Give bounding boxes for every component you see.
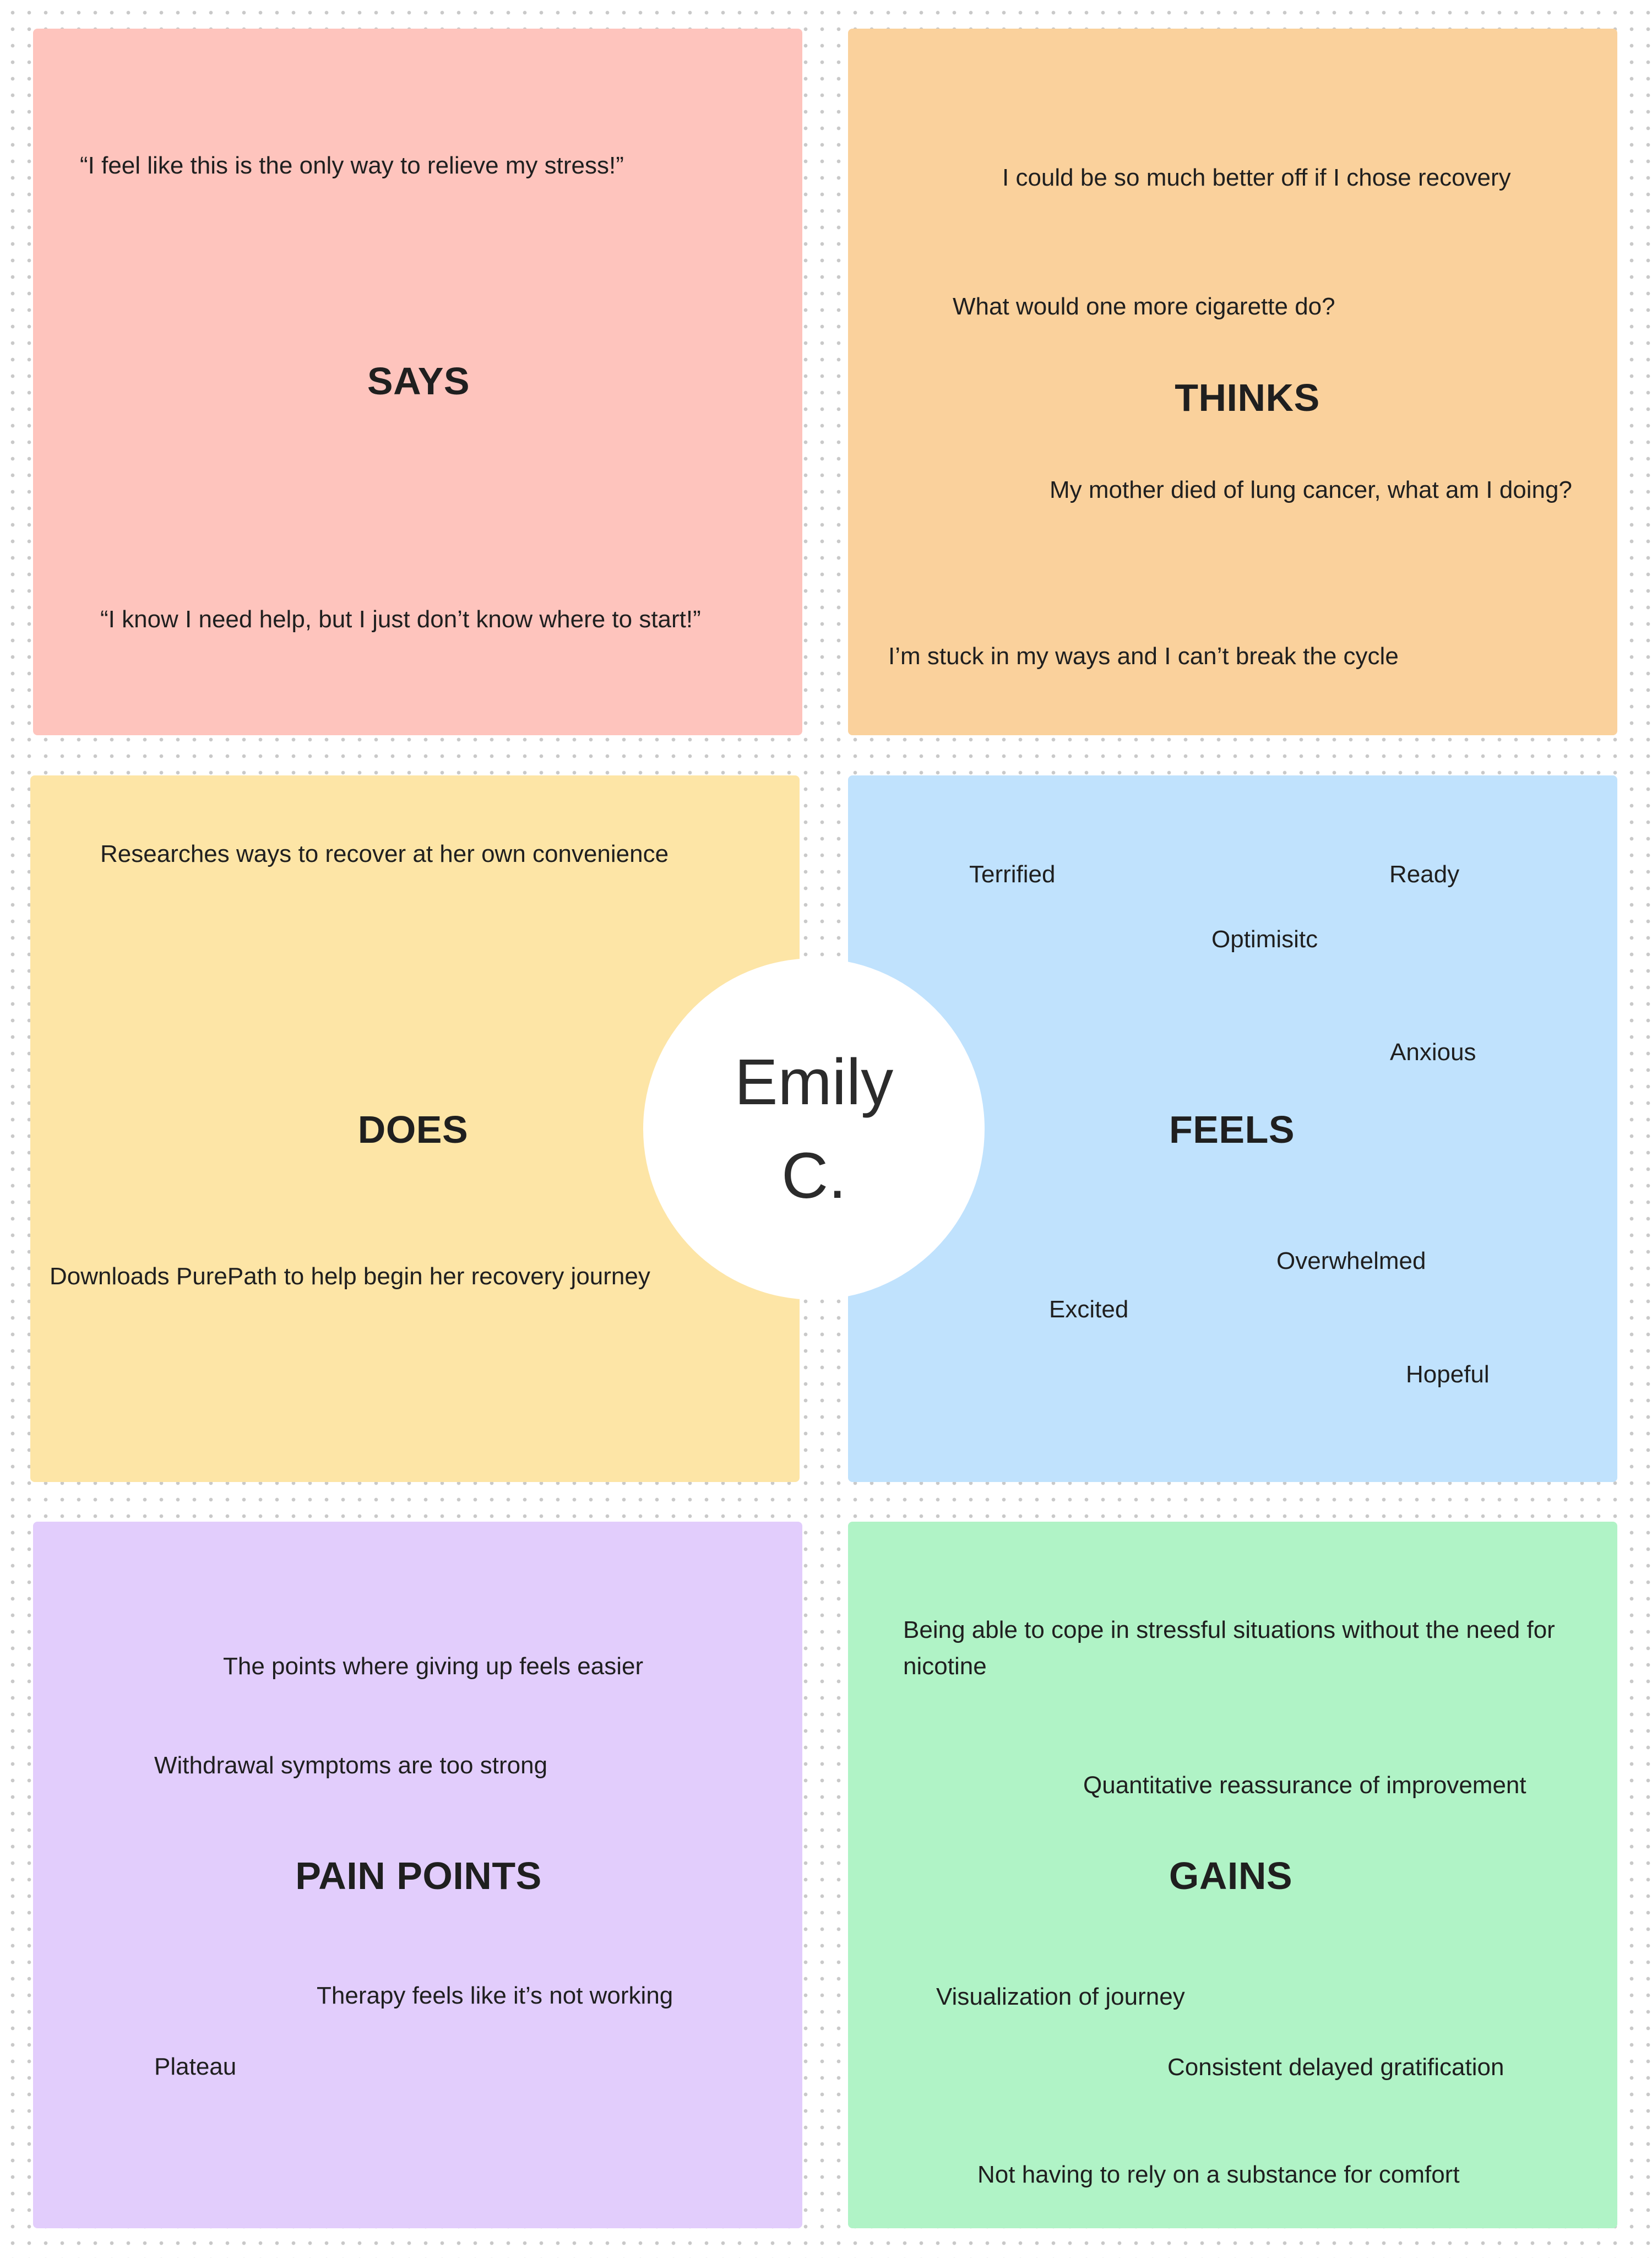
says-note[interactable]: “I know I need help, but I just don’t kn… [100, 601, 701, 638]
feels-note[interactable]: Excited [1049, 1291, 1128, 1328]
feels-note[interactable]: Terrified [969, 856, 1056, 893]
thinks-note[interactable]: I could be so much better off if I chose… [1002, 160, 1511, 196]
thinks-note[interactable]: I’m stuck in my ways and I can’t break t… [888, 638, 1399, 675]
feels-note[interactable]: Hopeful [1406, 1356, 1490, 1393]
feels-note[interactable]: Ready [1389, 856, 1459, 893]
persona-name[interactable]: Emily C. [698, 1035, 930, 1223]
pain-points-title: PAIN POINTS [295, 1854, 542, 1897]
does-title: DOES [357, 1108, 469, 1151]
thinks-note[interactable]: My mother died of lung cancer, what am I… [1050, 472, 1572, 508]
says-quadrant: SAYS “I feel like this is the only way t… [33, 29, 802, 735]
pain-points-note[interactable]: Withdrawal symptoms are too strong [154, 1747, 547, 1784]
gains-note[interactable]: Quantitative reassurance of improvement [1083, 1767, 1526, 1804]
feels-title: FEELS [1169, 1108, 1295, 1151]
feels-note[interactable]: Optimisitc [1211, 921, 1318, 958]
gains-note[interactable]: Not having to rely on a substance for co… [977, 2157, 1460, 2193]
gains-title: GAINS [1169, 1854, 1293, 1897]
says-note[interactable]: “I feel like this is the only way to rel… [80, 148, 624, 184]
thinks-note[interactable]: What would one more cigarette do? [953, 289, 1335, 325]
pain-points-note[interactable]: The points where giving up feels easier [223, 1648, 643, 1685]
thinks-title: THINKS [1175, 376, 1320, 419]
pain-points-quadrant: PAIN POINTS The points where giving up f… [33, 1522, 802, 2228]
does-note[interactable]: Downloads PurePath to help begin her rec… [50, 1258, 650, 1295]
gains-note[interactable]: Being able to cope in stressful situatio… [903, 1612, 1580, 1685]
pain-points-note[interactable]: Therapy feels like it’s not working [317, 1978, 673, 2014]
thinks-quadrant: THINKS I could be so much better off if … [848, 29, 1617, 735]
gains-note[interactable]: Visualization of journey [936, 1979, 1185, 2015]
feels-note[interactable]: Anxious [1390, 1034, 1476, 1071]
persona-circle: Emily C. [643, 958, 985, 1300]
pain-points-note[interactable]: Plateau [154, 2049, 236, 2085]
feels-note[interactable]: Overwhelmed [1276, 1243, 1426, 1279]
gains-note[interactable]: Consistent delayed gratification [1167, 2049, 1504, 2086]
does-note[interactable]: Researches ways to recover at her own co… [100, 836, 669, 872]
gains-quadrant: GAINS Being able to cope in stressful si… [848, 1522, 1617, 2228]
says-title: SAYS [367, 360, 470, 403]
